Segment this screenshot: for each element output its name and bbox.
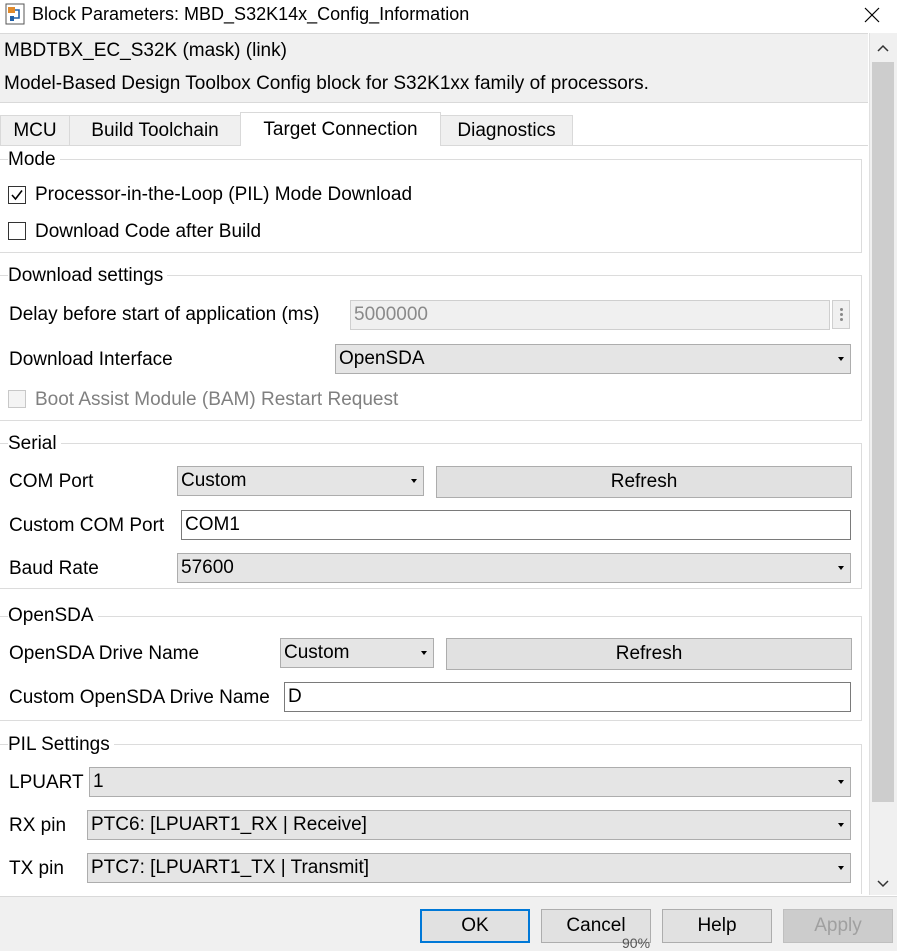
baud-rate-label: Baud Rate xyxy=(9,558,99,579)
chevron-down-icon xyxy=(838,823,844,827)
serial-group-label: Serial xyxy=(8,433,61,455)
lpuart-select[interactable]: 1 xyxy=(89,767,851,797)
bam-restart-checkbox[interactable] xyxy=(8,390,26,408)
apply-button[interactable]: Apply xyxy=(783,909,893,943)
custom-com-port-label: Custom COM Port xyxy=(9,515,165,536)
opensda-refresh-button[interactable]: Refresh xyxy=(446,638,852,670)
simulink-block-icon xyxy=(5,3,25,25)
chevron-down-icon xyxy=(411,479,417,483)
chevron-down-icon xyxy=(877,880,889,888)
rx-pin-value: PTC6: [LPUART1_RX | Receive] xyxy=(91,814,367,835)
custom-opensda-drive-input[interactable]: D xyxy=(284,682,851,712)
com-port-value: Custom xyxy=(181,470,247,491)
opensda-drive-label: OpenSDA Drive Name xyxy=(9,643,200,664)
tab-build-toolchain[interactable]: Build Toolchain xyxy=(69,115,241,145)
ok-button[interactable]: OK xyxy=(420,909,530,943)
lpuart-label: LPUART xyxy=(9,772,84,793)
chevron-down-icon xyxy=(838,780,844,784)
tab-diagnostics[interactable]: Diagnostics xyxy=(440,115,573,145)
rx-pin-label: RX pin xyxy=(9,815,67,836)
chevron-down-icon xyxy=(838,357,844,361)
bam-restart-label: Boot Assist Module (BAM) Restart Request xyxy=(35,389,399,410)
download-interface-value: OpenSDA xyxy=(339,348,425,369)
baud-rate-value: 57600 xyxy=(181,557,234,578)
scroll-up-arrow[interactable] xyxy=(869,36,897,60)
baud-rate-select[interactable]: 57600 xyxy=(177,553,851,583)
help-button[interactable]: Help xyxy=(662,909,772,943)
chevron-up-icon xyxy=(877,44,889,52)
close-icon xyxy=(864,7,880,23)
delay-input[interactable]: 5000000 xyxy=(350,300,830,330)
lpuart-value: 1 xyxy=(93,771,104,792)
opensda-drive-select[interactable]: Custom xyxy=(280,638,434,668)
tx-pin-select[interactable]: PTC7: [LPUART1_TX | Transmit] xyxy=(87,853,851,883)
window-title: Block Parameters: MBD_S32K14x_Config_Inf… xyxy=(32,4,470,24)
pil-mode-label: Processor-in-the-Loop (PIL) Mode Downloa… xyxy=(35,184,413,205)
download-interface-label: Download Interface xyxy=(9,349,173,370)
scrollbar-thumb[interactable] xyxy=(872,62,894,802)
chevron-down-icon xyxy=(838,566,844,570)
checkmark-icon xyxy=(11,190,23,201)
com-port-select[interactable]: Custom xyxy=(177,466,424,496)
tx-pin-value: PTC7: [LPUART1_TX | Transmit] xyxy=(91,857,370,878)
pil-mode-checkbox[interactable] xyxy=(8,186,26,204)
zoom-level-text: 90% xyxy=(622,935,651,950)
pil-settings-group-label: PIL Settings xyxy=(8,734,114,756)
tab-target-connection[interactable]: Target Connection xyxy=(240,112,441,146)
opensda-drive-value: Custom xyxy=(284,642,350,663)
mode-group-label: Mode xyxy=(8,149,60,171)
tab-mcu[interactable]: MCU xyxy=(0,115,70,145)
mask-description: Model-Based Design Toolbox Config block … xyxy=(4,73,649,94)
chevron-down-icon xyxy=(421,651,427,655)
spinner-handle[interactable] xyxy=(832,300,850,329)
download-after-build-checkbox[interactable] xyxy=(8,222,26,240)
scroll-down-arrow[interactable] xyxy=(869,872,897,896)
custom-opensda-drive-label: Custom OpenSDA Drive Name xyxy=(9,687,270,708)
serial-refresh-button[interactable]: Refresh xyxy=(436,466,852,498)
tx-pin-label: TX pin xyxy=(9,858,64,879)
custom-com-port-input[interactable]: COM1 xyxy=(181,510,851,540)
download-interface-select[interactable]: OpenSDA xyxy=(335,344,851,374)
chevron-down-icon xyxy=(838,866,844,870)
delay-label: Delay before start of application (ms) xyxy=(9,304,320,325)
close-button[interactable] xyxy=(852,0,892,30)
opensda-group-label: OpenSDA xyxy=(8,605,98,627)
mask-title: MBDTBX_EC_S32K (mask) (link) xyxy=(4,40,287,61)
com-port-label: COM Port xyxy=(9,471,94,492)
rx-pin-select[interactable]: PTC6: [LPUART1_RX | Receive] xyxy=(87,810,851,840)
download-after-build-label: Download Code after Build xyxy=(35,221,262,242)
download-settings-group-label: Download settings xyxy=(8,265,168,287)
